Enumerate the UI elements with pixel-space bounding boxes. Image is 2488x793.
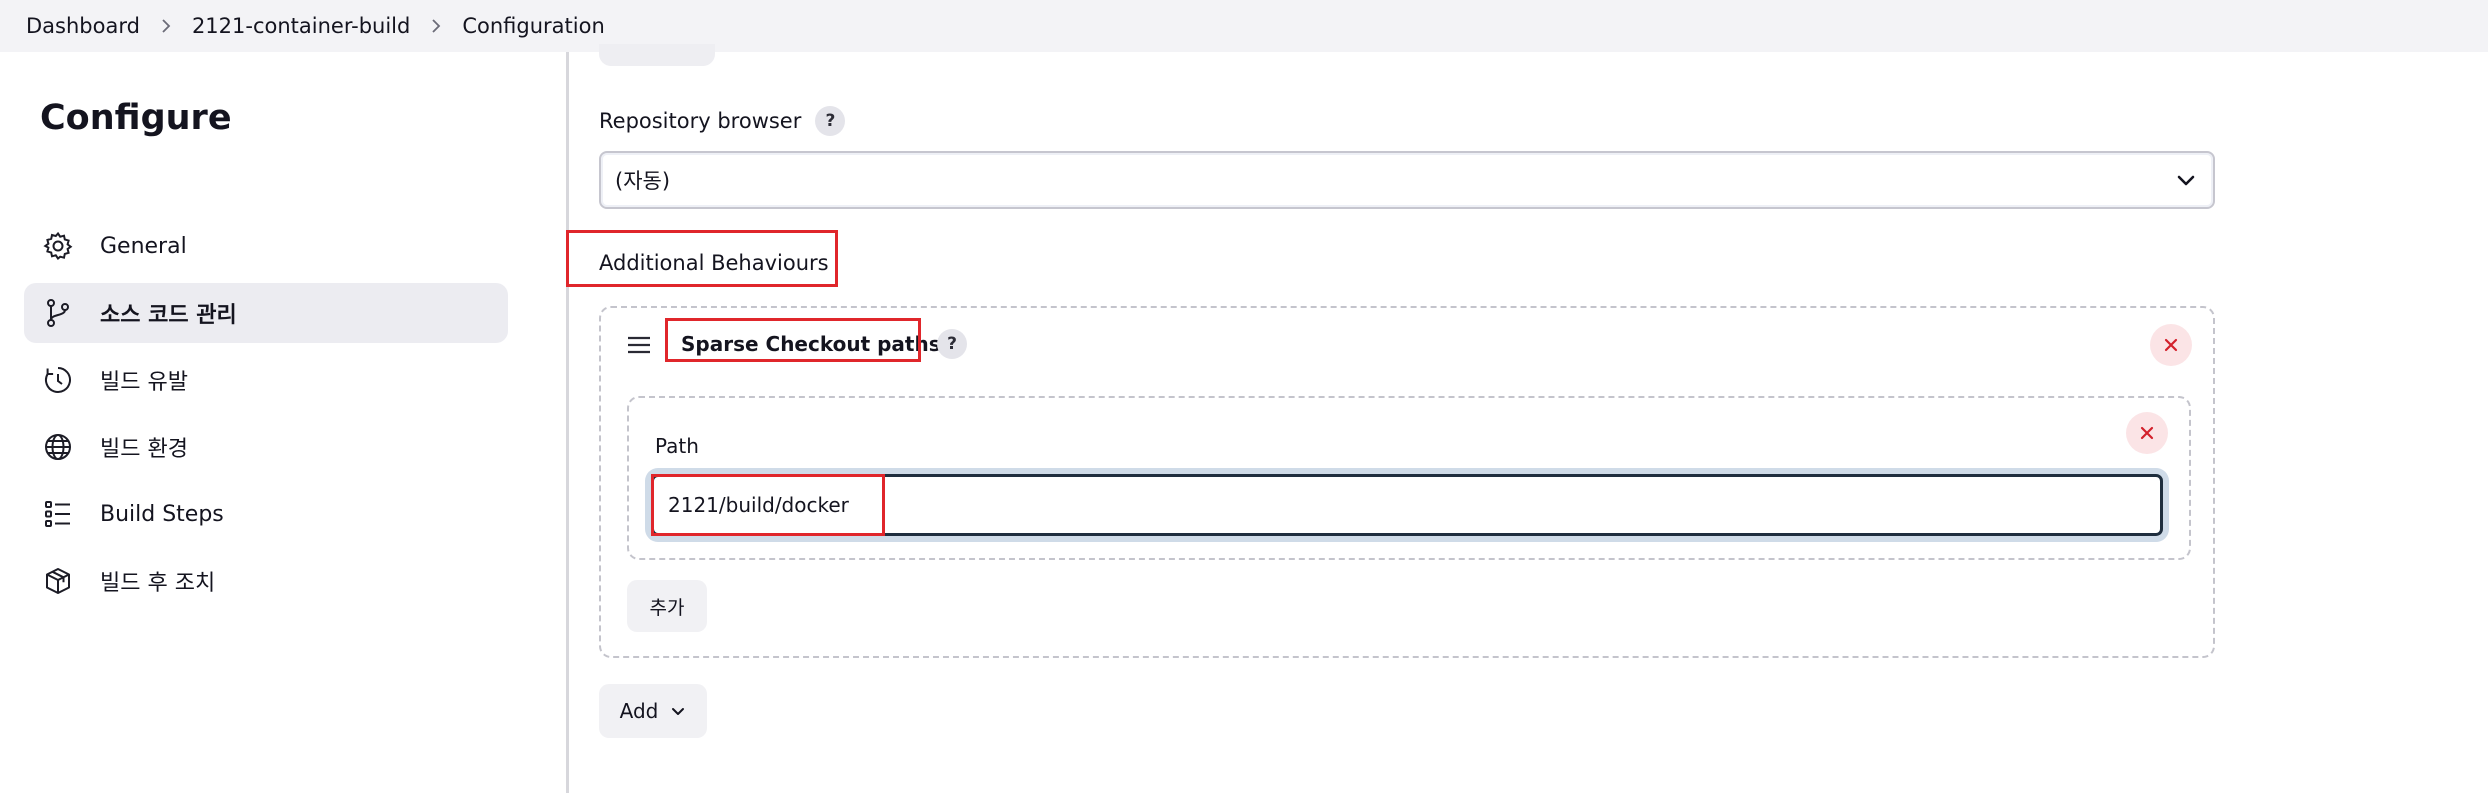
path-label: Path	[655, 434, 699, 458]
sidebar-item-general[interactable]: General	[24, 216, 508, 276]
chevron-right-icon	[410, 19, 462, 33]
sparse-checkout-title: Sparse Checkout paths	[681, 332, 941, 356]
sidebar-item-post-build[interactable]: 빌드 후 조치	[24, 551, 508, 611]
page-title: Configure	[40, 98, 232, 138]
sidebar-item-build-steps[interactable]: Build Steps	[24, 484, 508, 544]
main-content: Repository browser ? (자동) Additional Beh…	[566, 44, 2488, 793]
help-icon[interactable]: ?	[937, 329, 967, 359]
remove-behaviour-button[interactable]	[2150, 324, 2192, 366]
sidebar-item-label: General	[100, 233, 187, 259]
breadcrumb-dashboard[interactable]: Dashboard	[26, 14, 140, 38]
sidebar-item-label: 빌드 후 조치	[100, 571, 216, 596]
add-behaviour-button[interactable]: Add	[599, 684, 707, 738]
sidebar-item-label: 빌드 환경	[100, 437, 188, 462]
sidebar-item-label: 빌드 유발	[100, 370, 188, 395]
remove-path-button[interactable]	[2126, 412, 2168, 454]
sidebar-item-build-triggers[interactable]: 빌드 유발	[24, 350, 508, 410]
breadcrumb: Dashboard 2121-container-build Configura…	[0, 0, 2488, 52]
chevron-right-icon	[140, 19, 192, 33]
add-behaviour-label: Add	[619, 699, 659, 723]
path-input-value: 2121/build/docker	[668, 493, 849, 517]
branch-icon	[42, 297, 74, 329]
scrolled-button-edge[interactable]	[599, 44, 715, 66]
globe-icon	[42, 431, 74, 463]
sidebar-item-build-environment[interactable]: 빌드 환경	[24, 417, 508, 477]
close-icon	[2164, 338, 2178, 352]
repository-browser-selected: (자동)	[615, 169, 671, 193]
chevron-down-icon	[672, 708, 685, 715]
list-icon	[42, 498, 74, 530]
additional-behaviours-label: Additional Behaviours	[599, 251, 829, 275]
sparse-checkout-behaviour: Sparse Checkout paths ? Path 2121/build/…	[599, 306, 2215, 658]
gear-icon	[42, 230, 74, 262]
help-icon[interactable]: ?	[815, 106, 846, 136]
sidebar: Configure General 소스 코드 관리 빌드 유발 빌드 환경 B…	[0, 52, 566, 793]
chevron-down-icon	[2177, 175, 2195, 186]
repository-browser-select[interactable]: (자동)	[599, 151, 2215, 209]
path-entry: Path 2121/build/docker	[627, 396, 2191, 560]
sidebar-item-label: Build Steps	[100, 501, 224, 527]
repository-browser-label: Repository browser ?	[599, 106, 846, 136]
clock-icon	[42, 364, 74, 396]
sidebar-item-label: 소스 코드 관리	[100, 303, 237, 328]
breadcrumb-job[interactable]: 2121-container-build	[192, 14, 410, 38]
add-path-button[interactable]: 추가	[627, 580, 707, 632]
package-icon	[42, 565, 74, 597]
sidebar-item-source-code[interactable]: 소스 코드 관리	[24, 283, 508, 343]
path-input[interactable]: 2121/build/docker	[651, 474, 2163, 536]
breadcrumb-configuration[interactable]: Configuration	[462, 14, 604, 38]
close-icon	[2140, 426, 2154, 440]
drag-handle-icon[interactable]	[627, 336, 651, 354]
